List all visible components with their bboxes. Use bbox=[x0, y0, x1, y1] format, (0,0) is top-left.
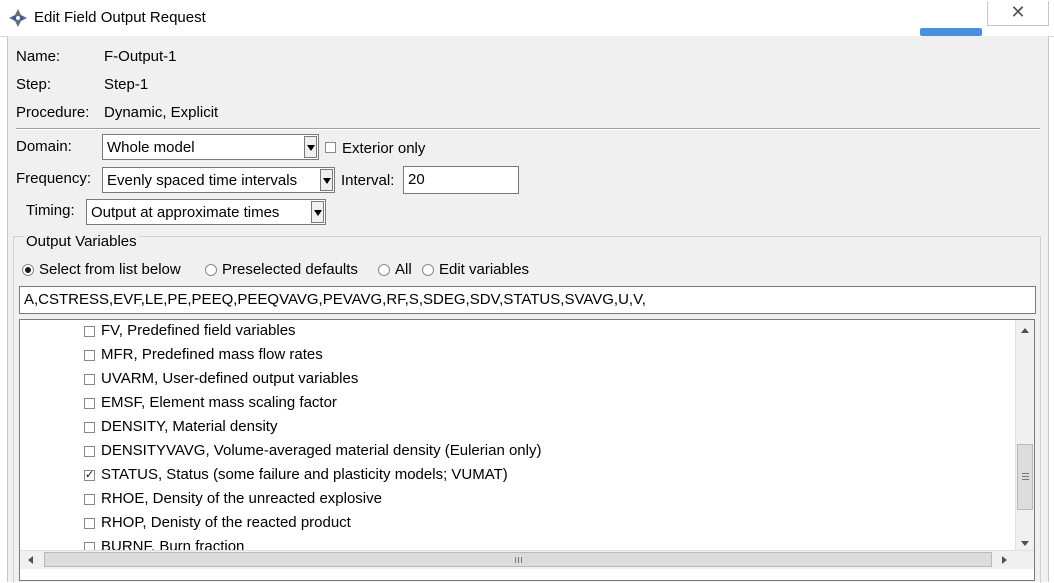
domain-value: Whole model bbox=[107, 139, 195, 156]
exterior-only-checkbox[interactable] bbox=[325, 142, 336, 153]
list-item-checkbox[interactable] bbox=[84, 422, 95, 433]
list-item-checkbox[interactable] bbox=[84, 374, 95, 385]
radio-edit-variables[interactable] bbox=[422, 264, 434, 276]
list-item-checkbox[interactable] bbox=[84, 494, 95, 505]
domain-label: Domain: bbox=[16, 138, 72, 155]
grip-line bbox=[1022, 473, 1029, 474]
radio-preselected-defaults[interactable] bbox=[205, 264, 217, 276]
procedure-value: Dynamic, Explicit bbox=[104, 104, 219, 121]
radio-label-edit-variables: Edit variables bbox=[439, 261, 530, 278]
timing-value: Output at approximate times bbox=[91, 204, 280, 221]
grip-line bbox=[521, 557, 522, 563]
chevron-down-icon[interactable] bbox=[311, 201, 324, 223]
list-item-label: DENSITYVAVG, Volume-averaged material de… bbox=[101, 442, 542, 459]
list-item-checkbox[interactable] bbox=[84, 326, 95, 337]
close-icon: ✕ bbox=[1010, 2, 1026, 22]
radio-label-preselected-defaults: Preselected defaults bbox=[222, 261, 358, 278]
scroll-right-icon[interactable] bbox=[995, 551, 1013, 569]
list-item-label: RHOE, Density of the unreacted explosive bbox=[101, 490, 382, 507]
vertical-scroll-thumb[interactable] bbox=[1017, 444, 1033, 510]
abaqus-icon bbox=[9, 9, 27, 27]
window-title: Edit Field Output Request bbox=[34, 9, 206, 26]
radio-select-from-list[interactable] bbox=[22, 264, 34, 276]
radio-all[interactable] bbox=[378, 264, 390, 276]
list-item-checkbox[interactable] bbox=[84, 468, 95, 481]
scroll-left-icon[interactable] bbox=[22, 551, 40, 569]
separator bbox=[16, 128, 1040, 130]
interval-label: Interval: bbox=[341, 172, 395, 189]
timing-select[interactable]: Output at approximate times bbox=[86, 199, 326, 225]
list-item-checkbox[interactable] bbox=[84, 350, 95, 361]
horizontal-scrollbar[interactable] bbox=[20, 550, 1034, 569]
vertical-scrollbar[interactable] bbox=[1015, 320, 1034, 550]
scroll-up-icon[interactable] bbox=[1016, 322, 1034, 340]
close-button[interactable]: ✕ bbox=[987, 1, 1049, 26]
list-item-label: MFR, Predefined mass flow rates bbox=[101, 346, 323, 363]
variables-list[interactable]: FV, Predefined field variables MFR, Pred… bbox=[19, 319, 1035, 581]
procedure-label: Procedure: bbox=[16, 104, 90, 121]
grip-line bbox=[518, 557, 519, 563]
frequency-label: Frequency: bbox=[16, 170, 92, 187]
list-item-checkbox[interactable] bbox=[84, 518, 95, 529]
interval-value: 20 bbox=[408, 171, 425, 188]
variables-text: A,CSTRESS,EVF,LE,PE,PEEQ,PEEQVAVG,PEVAVG… bbox=[24, 291, 646, 308]
list-item-label: STATUS, Status (some failure and plastic… bbox=[101, 466, 508, 483]
title-bar: Edit Field Output Request ✕ bbox=[0, 0, 1054, 37]
output-variables-title: Output Variables bbox=[24, 233, 139, 250]
list-item-label: UVARM, User-defined output variables bbox=[101, 370, 359, 387]
list-item-checkbox[interactable] bbox=[84, 398, 95, 409]
grip-line bbox=[1022, 476, 1029, 477]
variables-text-field[interactable]: A,CSTRESS,EVF,LE,PE,PEEQ,PEEQVAVG,PEVAVG… bbox=[19, 286, 1036, 314]
chevron-down-icon[interactable] bbox=[320, 169, 333, 191]
radio-label-select-from-list: Select from list below bbox=[39, 261, 181, 278]
chevron-down-icon[interactable] bbox=[304, 136, 317, 158]
name-value: F-Output-1 bbox=[104, 48, 177, 65]
timing-label: Timing: bbox=[26, 202, 75, 219]
list-item-label: DENSITY, Material density bbox=[101, 418, 278, 435]
step-value: Step-1 bbox=[104, 76, 149, 93]
frequency-select[interactable]: Evenly spaced time intervals bbox=[102, 167, 335, 193]
dialog-body: Name: F-Output-1 Step: Step-1 Procedure:… bbox=[7, 36, 1049, 583]
name-label: Name: bbox=[16, 48, 61, 65]
exterior-only-label: Exterior only bbox=[342, 140, 426, 157]
domain-select[interactable]: Whole model bbox=[102, 134, 319, 160]
list-item-label: RHOP, Denisty of the reacted product bbox=[101, 514, 351, 531]
grip-line bbox=[515, 557, 516, 563]
interval-input[interactable]: 20 bbox=[403, 166, 519, 194]
horizontal-scroll-thumb[interactable] bbox=[44, 552, 992, 567]
list-item-label: EMSF, Element mass scaling factor bbox=[101, 394, 337, 411]
frequency-value: Evenly spaced time intervals bbox=[107, 172, 298, 189]
list-item-label: FV, Predefined field variables bbox=[101, 322, 296, 339]
list-item-checkbox[interactable] bbox=[84, 446, 95, 457]
step-label: Step: bbox=[16, 76, 52, 93]
background-window-strip bbox=[920, 28, 982, 36]
grip-line bbox=[1022, 479, 1029, 480]
radio-label-all: All bbox=[395, 261, 412, 278]
